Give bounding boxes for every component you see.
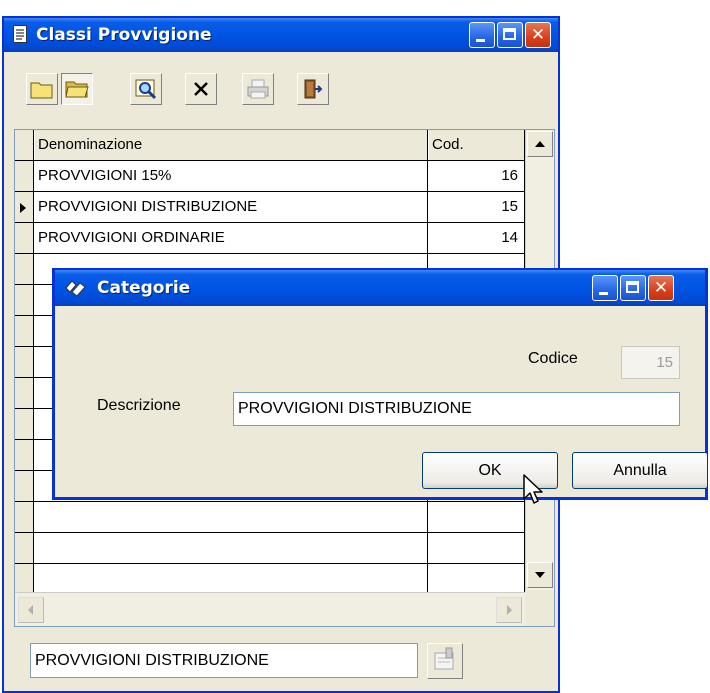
delete-button[interactable] — [185, 73, 217, 105]
search-button[interactable] — [130, 73, 162, 105]
open-icon — [62, 74, 92, 104]
new-button[interactable] — [26, 73, 58, 105]
maximize-button[interactable] — [497, 22, 523, 48]
descrizione-label: Descrizione — [97, 397, 181, 414]
selected-name-value: PROVVIGIONI DISTRIBUZIONE — [35, 652, 269, 669]
print-icon — [243, 74, 273, 104]
row-header[interactable] — [15, 161, 34, 191]
descrizione-field[interactable]: PROVVIGIONI DISTRIBUZIONE — [233, 392, 680, 426]
open-button[interactable] — [61, 73, 93, 105]
arrow-down-icon — [535, 572, 545, 578]
codice-field: 15 — [621, 346, 680, 379]
table-row[interactable]: PROVVIGIONI DISTRIBUZIONE 15 — [15, 192, 525, 223]
current-row-pointer-icon — [20, 203, 26, 213]
mouse-cursor-icon — [523, 474, 543, 504]
scroll-left-button[interactable] — [18, 597, 44, 623]
maximize-icon — [626, 281, 639, 293]
minimize-button[interactable] — [469, 22, 495, 48]
main-titlebar[interactable]: Classi Provvigione ✕ — [4, 18, 558, 52]
descrizione-value: PROVVIGIONI DISTRIBUZIONE — [238, 400, 472, 417]
selected-name-field[interactable]: PROVVIGIONI DISTRIBUZIONE — [30, 643, 418, 678]
close-icon: ✕ — [653, 278, 669, 298]
maximize-icon — [503, 28, 516, 40]
codice-value: 15 — [656, 354, 673, 371]
scroll-right-button[interactable] — [496, 597, 522, 623]
column-header-denominazione[interactable]: Denominazione — [35, 130, 428, 160]
dialog-close-button[interactable]: ✕ — [648, 275, 674, 301]
minimize-icon — [476, 39, 485, 42]
row-header-corner — [15, 130, 34, 160]
cancel-button[interactable]: Annulla — [572, 452, 708, 489]
cell-cod[interactable]: 15 — [429, 192, 525, 222]
scroll-up-button[interactable] — [527, 131, 553, 157]
table-row[interactable]: PROVVIGIONI 15% 16 — [15, 161, 525, 192]
categorie-icon — [64, 278, 88, 298]
new-icon — [27, 74, 57, 104]
table-row[interactable]: PROVVIGIONI ORDINARIE 14 — [15, 223, 525, 254]
minimize-icon — [599, 292, 608, 295]
document-icon — [13, 25, 27, 43]
empty-row[interactable] — [15, 533, 525, 564]
arrow-right-icon — [507, 605, 512, 615]
close-button[interactable]: ✕ — [525, 22, 551, 48]
search-icon — [131, 74, 161, 104]
arrow-up-icon — [535, 141, 545, 147]
arrow-left-icon — [28, 605, 33, 615]
scrollbar-corner — [525, 590, 554, 626]
main-window-title: Classi Provvigione — [36, 25, 212, 45]
exit-icon — [298, 74, 328, 104]
row-header[interactable] — [15, 223, 34, 253]
grid-header-row: Denominazione Cod. — [15, 130, 525, 161]
codice-label: Codice — [528, 350, 578, 367]
cell-denominazione[interactable]: PROVVIGIONI DISTRIBUZIONE — [35, 192, 428, 222]
cell-cod[interactable]: 16 — [429, 161, 525, 191]
cell-denominazione[interactable]: PROVVIGIONI 15% — [35, 161, 428, 191]
empty-row[interactable] — [15, 502, 525, 533]
cell-denominazione[interactable]: PROVVIGIONI ORDINARIE — [35, 223, 428, 253]
print-button[interactable] — [242, 73, 274, 105]
exit-button[interactable] — [297, 73, 329, 105]
properties-icon — [434, 647, 454, 670]
properties-button[interactable] — [427, 643, 463, 679]
categorie-dialog: Categorie ✕ Codice 15 Descrizione PROVVI… — [52, 268, 708, 500]
empty-row[interactable] — [15, 564, 525, 595]
dialog-minimize-button[interactable] — [592, 275, 618, 301]
dialog-title: Categorie — [97, 278, 191, 298]
dialog-maximize-button[interactable] — [620, 275, 646, 301]
delete-icon — [186, 74, 216, 104]
scroll-down-button[interactable] — [527, 562, 553, 588]
cell-cod[interactable]: 14 — [429, 223, 525, 253]
column-header-cod[interactable]: Cod. — [429, 130, 525, 160]
dialog-titlebar[interactable]: Categorie ✕ — [55, 270, 705, 306]
horizontal-scrollbar[interactable] — [15, 592, 525, 626]
row-header[interactable] — [15, 192, 34, 222]
close-icon: ✕ — [530, 25, 546, 45]
